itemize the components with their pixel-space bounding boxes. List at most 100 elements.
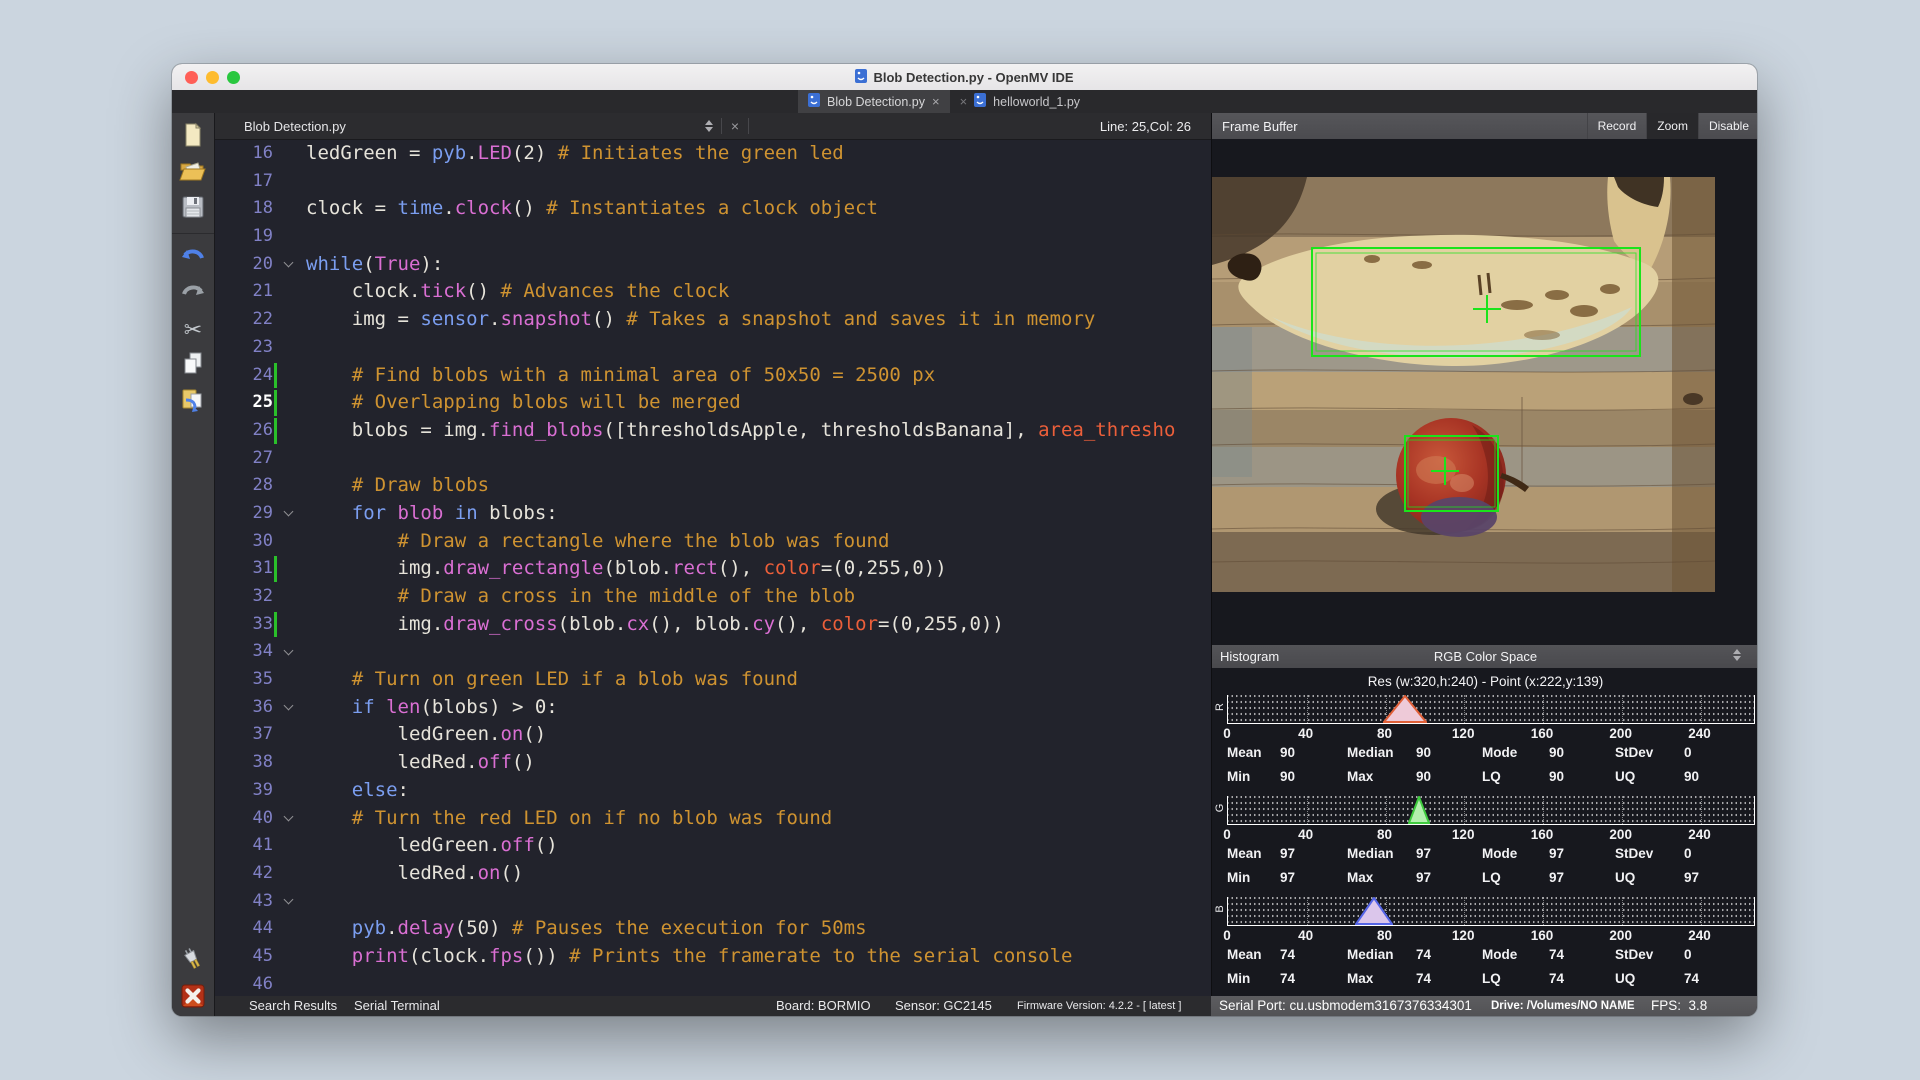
changed-line-marker — [274, 363, 277, 389]
code-line-25[interactable]: 25 # Overlapping blobs will be merged — [215, 389, 1211, 417]
fold-chevron-icon[interactable] — [283, 701, 293, 711]
code-line-42[interactable]: 42 ledRed.on() — [215, 860, 1211, 888]
channel-stats-row: Min97Max97LQ97UQ97 — [1227, 870, 1753, 885]
undo-button[interactable] — [176, 240, 210, 276]
code-line-19[interactable]: 19 — [215, 223, 1211, 251]
stat-value: 97 — [1549, 846, 1615, 861]
tab-helloworld[interactable]: × helloworld_1.py — [950, 90, 1090, 113]
axis-tick: 200 — [1609, 827, 1632, 842]
axis-tick: 80 — [1377, 928, 1392, 943]
file-switcher-updown-icon[interactable] — [705, 120, 713, 132]
paste-icon — [180, 387, 206, 418]
code-line-32[interactable]: 32 # Draw a cross in the middle of the b… — [215, 583, 1211, 611]
stat-label: Max — [1347, 870, 1416, 885]
code-line-36[interactable]: 36 if len(blobs) > 0: — [215, 694, 1211, 722]
code-line-30[interactable]: 30 # Draw a rectangle where the blob was… — [215, 528, 1211, 556]
code-line-33[interactable]: 33 img.draw_cross(blob.cx(), blob.cy(), … — [215, 611, 1211, 639]
code-line-24[interactable]: 24 # Find blobs with a minimal area of 5… — [215, 362, 1211, 390]
line-number: 43 — [215, 888, 273, 916]
code-text: img = sensor.snapshot() # Takes a snapsh… — [297, 306, 1211, 334]
disable-button[interactable]: Disable — [1698, 113, 1757, 139]
code-line-28[interactable]: 28 # Draw blobs — [215, 472, 1211, 500]
code-text: clock = time.clock() # Instantiates a cl… — [297, 195, 1211, 223]
color-space-updown-icon[interactable] — [1733, 649, 1741, 661]
code-line-40[interactable]: 40 # Turn the red LED on if no blob was … — [215, 805, 1211, 833]
frame-buffer-header: Frame Buffer Record Zoom Disable — [1212, 113, 1757, 139]
axis-tick-labels: 04080120160200240 — [1227, 928, 1753, 943]
new-file-button[interactable] — [176, 119, 210, 155]
tab-blob-detection[interactable]: Blob Detection.py × — [798, 90, 950, 113]
code-line-17[interactable]: 17 — [215, 168, 1211, 196]
status-bar-right: Serial Port: cu.usbmodem3167376334301 Dr… — [1211, 996, 1757, 1016]
record-button[interactable]: Record — [1587, 113, 1647, 139]
close-tab-icon[interactable]: × — [960, 94, 968, 109]
paste-button[interactable] — [176, 384, 210, 420]
code-text: ledRed.on() — [297, 860, 1211, 888]
stat-value: 0 — [1684, 745, 1753, 760]
code-line-20[interactable]: 20while(True): — [215, 251, 1211, 279]
line-number: 24 — [215, 362, 273, 390]
code-line-21[interactable]: 21 clock.tick() # Advances the clock — [215, 278, 1211, 306]
fold-chevron-icon[interactable] — [283, 258, 293, 268]
code-line-16[interactable]: 16ledGreen = pyb.LED(2) # Initiates the … — [215, 140, 1211, 168]
code-line-23[interactable]: 23 — [215, 334, 1211, 362]
code-line-44[interactable]: 44 pyb.delay(50) # Pauses the execution … — [215, 915, 1211, 943]
resolution-point-readout: Res (w:320,h:240) - Point (x:222,y:139) — [1212, 668, 1757, 694]
zoom-button[interactable]: Zoom — [1646, 113, 1698, 139]
code-line-31[interactable]: 31 img.draw_rectangle(blob.rect(), color… — [215, 555, 1211, 583]
editor-header: Blob Detection.py × Line: 25,Col: 26 — [215, 113, 1211, 140]
code-line-39[interactable]: 39 else: — [215, 777, 1211, 805]
frame-buffer-view[interactable] — [1212, 139, 1757, 645]
copy-button[interactable] — [176, 348, 210, 384]
save-file-button[interactable] — [176, 191, 210, 227]
code-line-29[interactable]: 29 for blob in blobs: — [215, 500, 1211, 528]
stat-value: 74 — [1684, 971, 1753, 986]
color-space-select[interactable]: RGB Color Space — [1212, 649, 1757, 664]
axis-tick: 200 — [1609, 928, 1632, 943]
code-line-41[interactable]: 41 ledGreen.off() — [215, 832, 1211, 860]
stat-value: 97 — [1280, 870, 1347, 885]
code-line-26[interactable]: 26 blobs = img.find_blobs([thresholdsApp… — [215, 417, 1211, 445]
close-document-icon[interactable]: × — [722, 118, 748, 134]
code-text — [297, 971, 1211, 996]
histogram-plot — [1227, 695, 1755, 724]
code-line-37[interactable]: 37 ledGreen.on() — [215, 721, 1211, 749]
search-results-button[interactable]: Search Results — [249, 996, 337, 1016]
fold-chevron-icon[interactable] — [283, 811, 293, 821]
fold-chevron-icon[interactable] — [283, 894, 293, 904]
code-line-27[interactable]: 27 — [215, 445, 1211, 473]
stat-value: 90 — [1416, 745, 1482, 760]
camera-image — [1212, 177, 1715, 592]
code-line-46[interactable]: 46 — [215, 971, 1211, 996]
code-editor[interactable]: 16ledGreen = pyb.LED(2) # Initiates the … — [215, 140, 1211, 996]
redo-button[interactable] — [176, 276, 210, 312]
stat-value: 97 — [1280, 846, 1347, 861]
close-tab-icon[interactable]: × — [932, 94, 940, 109]
code-text: clock.tick() # Advances the clock — [297, 278, 1211, 306]
code-line-22[interactable]: 22 img = sensor.snapshot() # Takes a sna… — [215, 306, 1211, 334]
stat-value: 0 — [1684, 846, 1753, 861]
code-text — [297, 445, 1211, 473]
channel-label: B — [1214, 902, 1226, 916]
code-line-43[interactable]: 43 — [215, 888, 1211, 916]
code-line-18[interactable]: 18clock = time.clock() # Instantiates a … — [215, 195, 1211, 223]
fold-chevron-icon[interactable] — [283, 507, 293, 517]
changed-line-marker — [274, 556, 277, 582]
serial-terminal-button[interactable]: Serial Terminal — [354, 996, 440, 1016]
disconnect-button[interactable] — [176, 980, 210, 1016]
channel-label: R — [1214, 700, 1226, 714]
stat-label: Mean — [1227, 745, 1280, 760]
connect-button[interactable] — [176, 944, 210, 980]
fold-chevron-icon[interactable] — [283, 645, 293, 655]
code-text: if len(blobs) > 0: — [297, 694, 1211, 722]
cut-button[interactable]: ✂ — [176, 312, 210, 348]
code-line-35[interactable]: 35 # Turn on green LED if a blob was fou… — [215, 666, 1211, 694]
channel-stats-row: Mean74Median74Mode74StDev0 — [1227, 947, 1753, 962]
open-folder-button[interactable] — [176, 155, 210, 191]
code-line-45[interactable]: 45 print(clock.fps()) # Prints the frame… — [215, 943, 1211, 971]
code-line-38[interactable]: 38 ledRed.off() — [215, 749, 1211, 777]
code-line-34[interactable]: 34 — [215, 638, 1211, 666]
axis-tick-labels: 04080120160200240 — [1227, 827, 1753, 842]
tab-label: Blob Detection.py — [827, 95, 925, 109]
open-file-selector[interactable]: Blob Detection.py — [244, 119, 346, 134]
